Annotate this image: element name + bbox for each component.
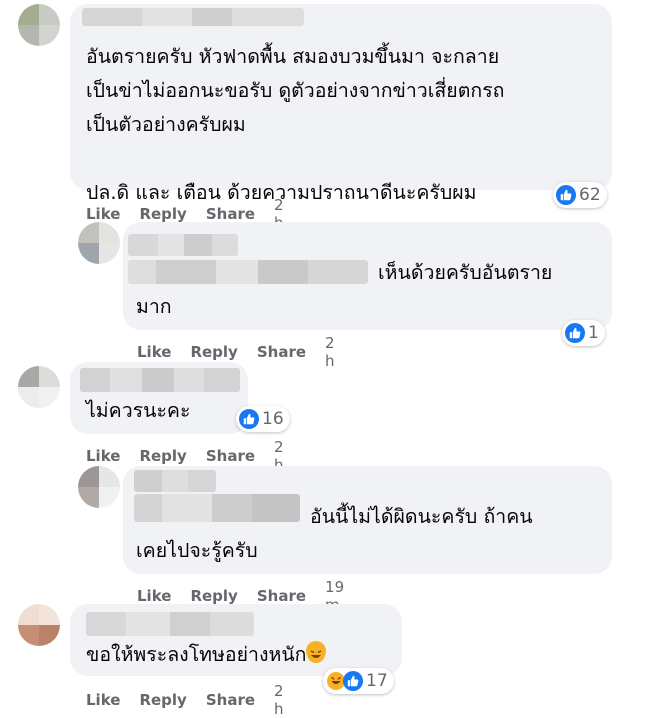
like-button[interactable]: Like bbox=[86, 447, 120, 465]
comment-text-content: ขอให้พระลงโทษอย่างหนัก bbox=[86, 643, 307, 666]
like-icon bbox=[556, 185, 576, 205]
like-icon bbox=[343, 671, 363, 691]
reaction-count: 62 bbox=[579, 185, 601, 205]
comment-text: อันตรายครับ หัวฟาดพื้น สมองบวมขึ้นมา จะก… bbox=[86, 45, 505, 204]
reaction-summary[interactable]: 62 bbox=[553, 182, 607, 208]
like-button[interactable]: Like bbox=[137, 587, 171, 605]
reply-button[interactable]: Reply bbox=[139, 447, 186, 465]
avatar[interactable] bbox=[18, 4, 60, 46]
reaction-summary[interactable]: 17 bbox=[323, 668, 394, 694]
author-name[interactable] bbox=[86, 612, 254, 636]
comment-timestamp[interactable]: 2 h bbox=[325, 334, 335, 370]
reply-button[interactable]: Reply bbox=[139, 691, 186, 709]
like-button[interactable]: Like bbox=[86, 205, 120, 223]
avatar[interactable] bbox=[78, 466, 120, 508]
reaction-count: 16 bbox=[262, 409, 284, 429]
reply-button[interactable]: Reply bbox=[190, 343, 237, 361]
share-button[interactable]: Share bbox=[257, 587, 306, 605]
comment-text: ไม่ควรนะคะ bbox=[86, 399, 191, 422]
reply-button[interactable]: Reply bbox=[190, 587, 237, 605]
comment-text: ขอให้พระลงโทษอย่างหนัก bbox=[86, 638, 406, 672]
like-icon bbox=[565, 323, 585, 343]
share-button[interactable]: Share bbox=[206, 447, 255, 465]
like-button[interactable]: Like bbox=[86, 691, 120, 709]
avatar[interactable] bbox=[78, 222, 120, 264]
like-icon bbox=[239, 409, 259, 429]
share-button[interactable]: Share bbox=[206, 205, 255, 223]
rofl-emoji-icon bbox=[306, 641, 327, 663]
comment-text: เห็นด้วยครับอันตราย มาก bbox=[136, 261, 553, 318]
author-name[interactable] bbox=[134, 470, 216, 492]
reaction-count: 17 bbox=[366, 671, 388, 691]
comment-timestamp[interactable]: 2 h bbox=[274, 682, 284, 718]
reaction-count: 1 bbox=[588, 323, 599, 343]
author-name[interactable] bbox=[82, 8, 304, 26]
comment-actions: Like Reply Share 2 h bbox=[86, 682, 284, 718]
reaction-summary[interactable]: 1 bbox=[562, 320, 605, 346]
author-name[interactable] bbox=[128, 234, 238, 256]
share-button[interactable]: Share bbox=[206, 691, 255, 709]
share-button[interactable]: Share bbox=[257, 343, 306, 361]
reaction-summary[interactable]: 16 bbox=[236, 406, 290, 432]
reply-button[interactable]: Reply bbox=[139, 205, 186, 223]
avatar[interactable] bbox=[18, 604, 60, 646]
author-name[interactable] bbox=[80, 368, 240, 392]
comment-text: อันนี้ไม่ได้ผิดนะครับ ถ้าคน เคยไปจะรู้คร… bbox=[136, 505, 533, 562]
avatar[interactable] bbox=[18, 366, 60, 408]
like-button[interactable]: Like bbox=[137, 343, 171, 361]
